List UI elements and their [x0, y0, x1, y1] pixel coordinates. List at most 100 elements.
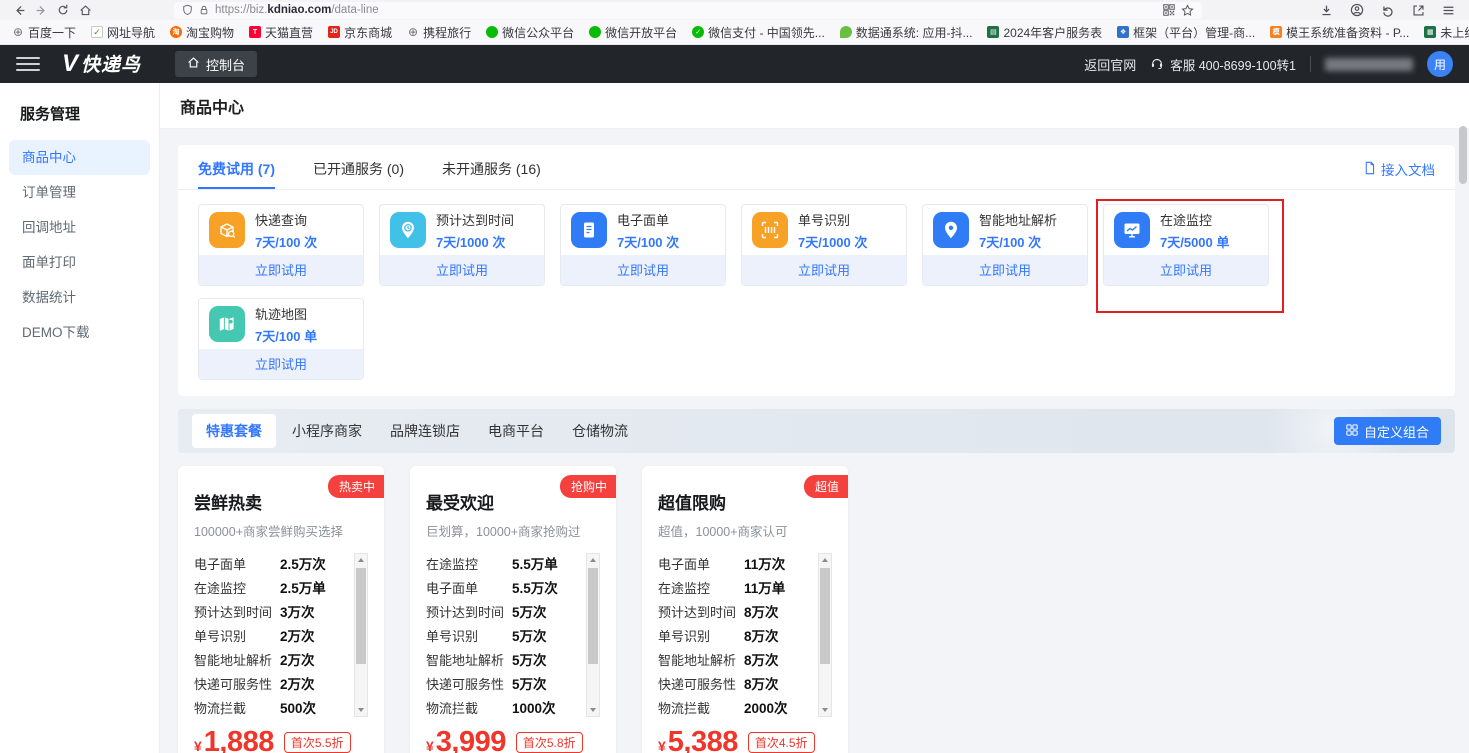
downloads-icon[interactable]: [1320, 4, 1333, 17]
custom-combo-button[interactable]: 自定义组合: [1334, 417, 1441, 445]
try-now-button[interactable]: 立即试用: [199, 255, 363, 285]
package-tab-miniprogram-merchants[interactable]: 小程序商家: [292, 421, 362, 441]
try-now-button[interactable]: 立即试用: [199, 349, 363, 379]
scrollbar-thumb[interactable]: [588, 568, 598, 664]
sidebar-item-waybill-print[interactable]: 面单打印: [0, 245, 159, 280]
services-panel: 免费试用 (7) 已开通服务 (0) 未开通服务 (16) 接入文档: [178, 145, 1455, 396]
trial-cards-grid: 快递查询 7天/100 次 立即试用 预计达到时间 7天: [198, 204, 1435, 380]
console-nav-chip[interactable]: 控制台: [175, 51, 257, 77]
forward-icon[interactable]: [30, 1, 52, 19]
sidebar-item-product-center[interactable]: 商品中心: [9, 140, 150, 175]
kdniao-logo[interactable]: V快递鸟: [62, 50, 141, 78]
tab-not-activated-services[interactable]: 未开通服务 (16): [442, 159, 541, 189]
package-price: 5,388: [668, 728, 738, 753]
bookmark-item[interactable]: 淘淘宝购物: [170, 24, 234, 41]
bookmark-item[interactable]: 微信开放平台: [589, 24, 677, 41]
content-area: 免费试用 (7) 已开通服务 (0) 未开通服务 (16) 接入文档: [160, 129, 1469, 753]
address-bar[interactable]: https://biz.kdniao.com/data-line: [174, 2, 1202, 19]
package-item-row: 在途监控11万单: [658, 575, 812, 599]
package-item-row: 单号识别2万次: [194, 623, 348, 647]
back-icon[interactable]: [8, 1, 30, 19]
scroll-up-icon[interactable]: [819, 554, 831, 566]
sidebar-item-data-statistics[interactable]: 数据统计: [0, 280, 159, 315]
try-now-button[interactable]: 立即试用: [923, 255, 1087, 285]
package-tab-special-deals[interactable]: 特惠套餐: [192, 414, 276, 448]
jd-icon: JD: [328, 26, 340, 38]
sidebar-toggle-icon[interactable]: [1412, 4, 1425, 17]
bookmark-item[interactable]: ✓微信支付 - 中国领先...: [692, 24, 825, 41]
waybill-doc-icon: [571, 212, 607, 248]
tmall-icon: T: [249, 26, 261, 38]
reload-icon[interactable]: [52, 1, 74, 19]
scrollbar-thumb[interactable]: [356, 568, 366, 664]
avatar[interactable]: 用: [1427, 51, 1453, 77]
bookmark-item[interactable]: ✓网址导航: [91, 24, 155, 41]
card-scrollbar[interactable]: [818, 553, 832, 717]
undo-icon[interactable]: [1381, 4, 1395, 17]
sidebar-item-order-management[interactable]: 订单管理: [0, 175, 159, 210]
package-item-row: 物流拦截1000次: [426, 695, 580, 719]
scroll-up-icon[interactable]: [355, 554, 367, 566]
hamburger-menu-icon[interactable]: [16, 57, 40, 71]
lock-icon[interactable]: [199, 4, 209, 16]
status-badge: 热卖中: [328, 475, 384, 498]
grid-icon: [1346, 424, 1358, 439]
scroll-up-icon[interactable]: [587, 554, 599, 566]
bookmark-star-icon[interactable]: [1181, 4, 1194, 17]
try-now-button[interactable]: 立即试用: [1104, 255, 1268, 285]
try-now-button[interactable]: 立即试用: [380, 255, 544, 285]
headset-icon: [1150, 56, 1164, 73]
monitor-chart-icon: [1114, 212, 1150, 248]
package-subtitle: 巨划算，10000+商家抢购过: [426, 521, 600, 540]
docs-link[interactable]: 接入文档: [1363, 159, 1435, 189]
spreadsheet-icon: ▦: [1424, 26, 1436, 38]
scroll-down-icon[interactable]: [819, 704, 831, 716]
bookmark-item[interactable]: ▦未上线客户进度表: [1424, 24, 1469, 41]
package-subtitle: 超值，10000+商家认可: [658, 521, 832, 540]
bookmark-item[interactable]: ▤2024年客户服务表: [987, 24, 1102, 41]
pricing-cards-row: 热卖中 尝鲜热卖 100000+商家尝鲜购买选择 电子面单2.5万次 在途监控2…: [178, 466, 1455, 753]
page-scrollbar-thumb[interactable]: [1459, 126, 1467, 184]
package-item-row: 预计达到时间3万次: [194, 599, 348, 623]
bookmark-item[interactable]: T天猫直营: [249, 24, 313, 41]
card-scrollbar[interactable]: [354, 553, 368, 717]
bookmark-item[interactable]: ❖框架（平台）管理-商...: [1117, 24, 1255, 41]
tab-activated-services[interactable]: 已开通服务 (0): [313, 159, 404, 189]
try-now-button[interactable]: 立即试用: [742, 255, 906, 285]
sidebar-item-demo-download[interactable]: DEMO下载: [0, 315, 159, 350]
trial-card-quota: 7天/100 次: [617, 232, 679, 251]
bookmark-item[interactable]: ⊕携程旅行: [407, 24, 471, 41]
bookmark-item[interactable]: 微信公众平台: [486, 24, 574, 41]
bookmark-item[interactable]: 模模王系统准备资料 - P...: [1270, 24, 1409, 41]
divider: [1310, 56, 1311, 72]
back-to-official-link[interactable]: 返回官网: [1084, 55, 1136, 74]
scroll-down-icon[interactable]: [355, 704, 367, 716]
qr-code-icon[interactable]: [1163, 4, 1175, 16]
address-pin-icon: [933, 212, 969, 248]
card-scrollbar[interactable]: [586, 553, 600, 717]
menu-icon[interactable]: [1442, 4, 1455, 17]
scrollbar-thumb[interactable]: [820, 568, 830, 664]
discount-badge: 首次5.8折: [516, 732, 583, 753]
package-tab-brand-chain-stores[interactable]: 品牌连锁店: [390, 421, 460, 441]
sidebar-item-callback-address[interactable]: 回调地址: [0, 210, 159, 245]
try-now-button[interactable]: 立即试用: [561, 255, 725, 285]
package-tab-ecommerce-platform[interactable]: 电商平台: [488, 421, 544, 441]
trial-card-e-waybill: 电子面单 7天/100 次 立即试用: [560, 204, 726, 286]
status-badge: 超值: [804, 475, 848, 498]
page-scrollbar[interactable]: [1459, 86, 1467, 746]
wechat-check-icon: ✓: [692, 26, 704, 38]
account-icon[interactable]: [1350, 3, 1364, 17]
scroll-down-icon[interactable]: [587, 704, 599, 716]
barcode-scan-icon: [752, 212, 788, 248]
home-icon[interactable]: [74, 1, 96, 19]
currency-symbol: ¥: [194, 738, 202, 753]
bookmark-item[interactable]: ⊕百度一下: [12, 24, 76, 41]
tracking-shield-icon[interactable]: [182, 4, 193, 16]
bookmark-item[interactable]: 数据通系统: 应用-抖...: [840, 24, 973, 41]
package-tab-warehouse-logistics[interactable]: 仓储物流: [572, 421, 628, 441]
trial-card-tracking-number-recognition: 单号识别 7天/1000 次 立即试用: [741, 204, 907, 286]
bookmark-item[interactable]: JD京东商城: [328, 24, 392, 41]
parcel-search-icon: [209, 212, 245, 248]
tab-free-trial[interactable]: 免费试用 (7): [198, 159, 275, 189]
